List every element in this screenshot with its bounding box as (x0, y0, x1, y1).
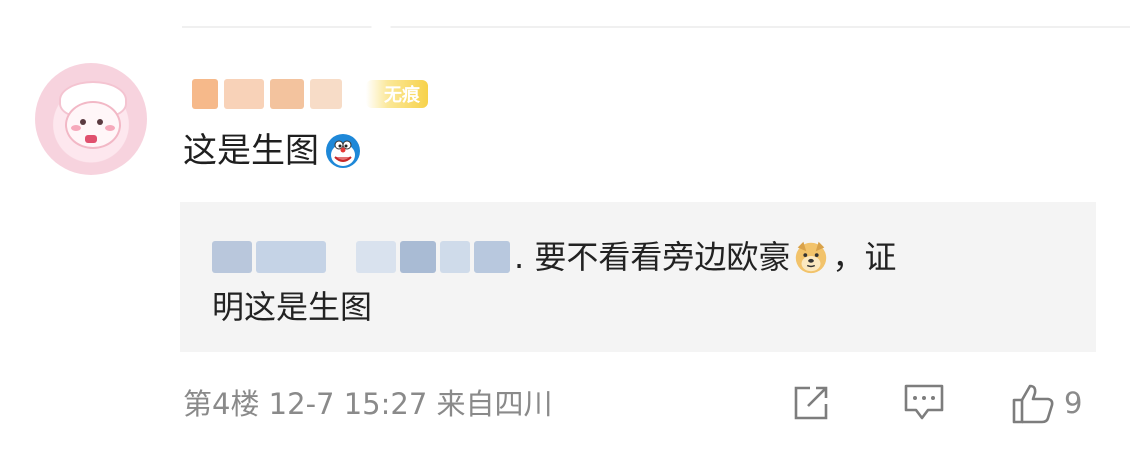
post-meta: 第4楼 12-7 15:27 来自四川 (183, 387, 553, 421)
top-divider (182, 26, 1130, 28)
username-blurred[interactable]: 无痕 (192, 74, 428, 114)
comment-icon (904, 384, 944, 420)
comment-body: 这是生图 (183, 131, 319, 171)
like-count: 9 (1064, 386, 1083, 420)
user-badge: 无痕 (366, 80, 428, 108)
doge-emoji-icon (792, 238, 830, 276)
quote-text-end: ，证 (832, 238, 897, 276)
share-icon (794, 386, 828, 420)
quote-text: . 要不看看旁边欧豪 (514, 238, 791, 276)
quoted-reply[interactable]: . 要不看看旁边欧豪 ，证 明这是生图 (180, 202, 1096, 352)
avatar[interactable] (35, 63, 147, 175)
thumbs-up-icon (1012, 384, 1054, 424)
doraemon-emoji-icon (323, 131, 363, 171)
quote-line-1: . 要不看看旁边欧豪 ，证 (212, 234, 896, 280)
comment-text: 这是生图 (183, 128, 363, 174)
share-button[interactable] (790, 382, 832, 424)
quote-line-2: 明这是生图 (212, 288, 373, 326)
like-button[interactable]: 9 (1010, 382, 1082, 424)
comment-button[interactable] (902, 382, 946, 424)
